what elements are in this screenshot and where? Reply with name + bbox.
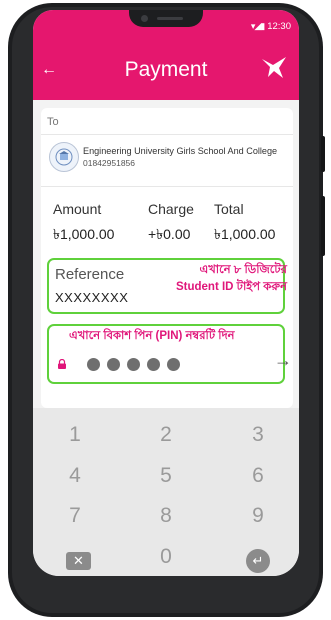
reference-hint-line2: Student ID টাইপ করুন	[175, 281, 287, 293]
page-title: Payment	[124, 58, 208, 81]
numeric-keypad: 1 2 3 4 5 6 7 8 9 0 ✕ ↵	[33, 408, 299, 576]
divider	[41, 186, 293, 187]
key-3[interactable]: 3	[228, 423, 288, 447]
recipient-phone: 01842951856	[83, 158, 136, 168]
submit-arrow-icon[interactable]: →	[274, 350, 292, 371]
charge-label: Charge	[148, 201, 194, 217]
signal-battery-icon: ▾◢▮	[250, 21, 265, 31]
key-1[interactable]: 1	[45, 423, 105, 447]
key-4[interactable]: 4	[45, 464, 105, 488]
app-screen: ▾◢▮ 12:30 ← Payment To Engineering Unive…	[33, 10, 299, 576]
amount-value: ৳1,000.00	[53, 226, 115, 242]
volume-button	[321, 136, 325, 172]
status-time: 12:30	[267, 21, 291, 32]
key-7[interactable]: 7	[45, 504, 105, 528]
key-9[interactable]: 9	[228, 504, 288, 528]
lock-icon	[58, 359, 66, 369]
key-2[interactable]: 2	[136, 423, 196, 447]
pin-dot	[127, 358, 140, 371]
to-label: To	[47, 116, 59, 128]
recipient-row: Engineering University Girls School And …	[49, 142, 277, 172]
bkash-bird-logo-icon	[262, 57, 286, 78]
school-logo-icon	[49, 142, 79, 172]
pin-dots	[87, 358, 180, 371]
reference-label: Reference	[55, 266, 125, 283]
key-8[interactable]: 8	[136, 504, 196, 528]
pin-dot	[107, 358, 120, 371]
amount-label: Amount	[53, 201, 102, 217]
total-label: Total	[214, 201, 244, 217]
power-button	[321, 196, 325, 256]
recipient-name: Engineering University Girls School And …	[83, 146, 278, 156]
enter-icon[interactable]: ↵	[246, 549, 270, 573]
reference-value: XXXXXXXX	[55, 290, 129, 305]
charge-value: +৳0.00	[148, 226, 191, 242]
key-5[interactable]: 5	[136, 464, 196, 488]
reference-hint: এখানে ৮ ডিজিটের Student ID টাইপ করুন	[176, 262, 287, 296]
pin-dot	[87, 358, 100, 371]
reference-hint-line1: এখানে ৮ ডিজিটের	[199, 264, 287, 276]
status-bar: ▾◢▮ 12:30	[251, 21, 291, 32]
key-0[interactable]: 0	[136, 545, 196, 569]
key-6[interactable]: 6	[228, 464, 288, 488]
camera-notch	[129, 10, 203, 27]
backspace-icon[interactable]: ✕	[66, 552, 91, 570]
pin-dot	[167, 358, 180, 371]
pin-dot	[147, 358, 160, 371]
total-value: ৳1,000.00	[214, 226, 276, 242]
divider	[41, 134, 293, 135]
pin-hint: এখানে বিকাশ পিন (PIN) নম্বরটি দিন	[69, 330, 235, 342]
